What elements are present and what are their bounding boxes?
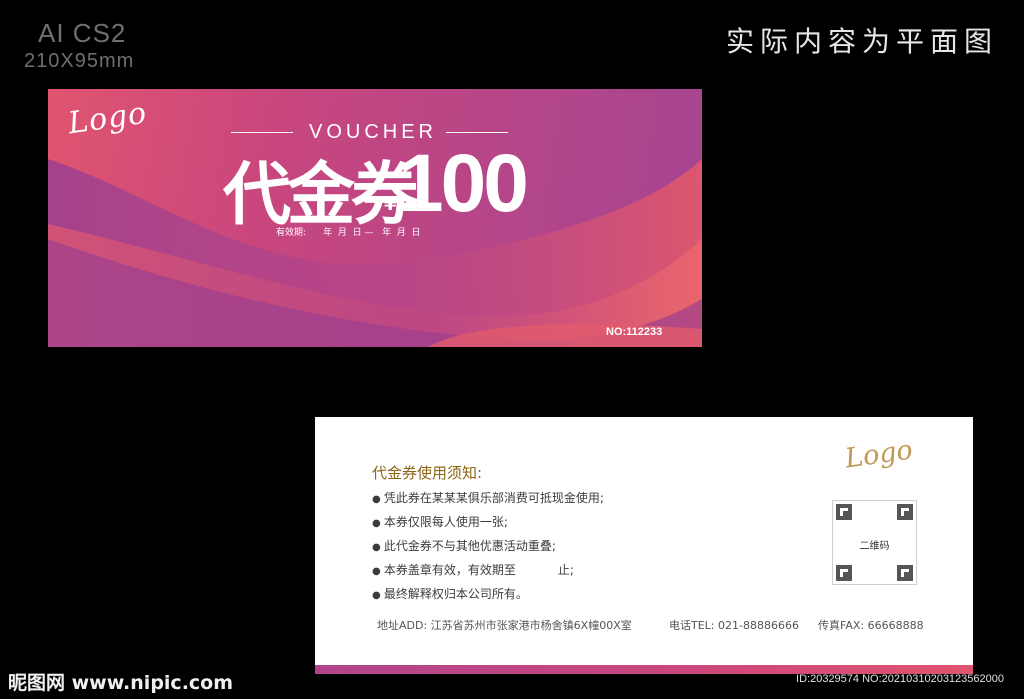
- validity-period: 有效期: 年 月 日 — 年 月 日: [276, 228, 421, 238]
- qr-eye: [836, 565, 852, 581]
- notes-title: 代金券使用须知:: [372, 464, 483, 482]
- voucher-title: 代金券: [223, 156, 419, 235]
- qr-label: 二维码: [859, 541, 890, 552]
- watermark-id: ID:20329574 NO:20210310203123562000: [796, 673, 1004, 685]
- qr-eye: [897, 504, 913, 520]
- voucher-right-rule: [446, 132, 508, 133]
- watermark-site: 昵图网 www.nipic.com: [8, 672, 234, 694]
- qr-code: 二维码: [832, 500, 917, 585]
- address: 地址ADD: 江苏省苏州市张家港市杨舍镇6X幢00X室: [377, 619, 632, 632]
- qr-eye: [836, 504, 852, 520]
- note-item: 凭此券在某某某俱乐部消费可抵现金使用;: [372, 487, 604, 511]
- telephone: 电话TEL: 021-88886666: [669, 619, 799, 632]
- notes-list: 凭此券在某某某俱乐部消费可抵现金使用; 本券仅限每人使用一张; 此代金券不与其他…: [372, 487, 604, 607]
- size-label: 210X95mm: [24, 50, 135, 72]
- fax: 传真FAX: 66668888: [818, 619, 924, 632]
- currency-symbol: ¥: [384, 194, 397, 215]
- note-item: 本券盖章有效，有效期至 止;: [372, 559, 604, 583]
- voucher-amount: 100: [398, 138, 529, 229]
- serial-number: NO:112233: [606, 326, 663, 338]
- voucher-back: Logo 代金券使用须知: 凭此券在某某某俱乐部消费可抵现金使用; 本券仅限每人…: [315, 417, 973, 674]
- qr-eye: [897, 565, 913, 581]
- voucher-front: Logo VOUCHER 代金券 ¥ 100 有效期: 年 月 日 — 年 月 …: [48, 89, 702, 347]
- note-label: 实际内容为平面图: [725, 25, 998, 58]
- note-item: 最终解释权归本公司所有。: [372, 583, 604, 607]
- note-item: 此代金券不与其他优惠活动重叠;: [372, 535, 604, 559]
- note-item: 本券仅限每人使用一张;: [372, 511, 604, 535]
- back-logo: Logo: [843, 434, 915, 475]
- software-label: AI CS2: [38, 18, 127, 48]
